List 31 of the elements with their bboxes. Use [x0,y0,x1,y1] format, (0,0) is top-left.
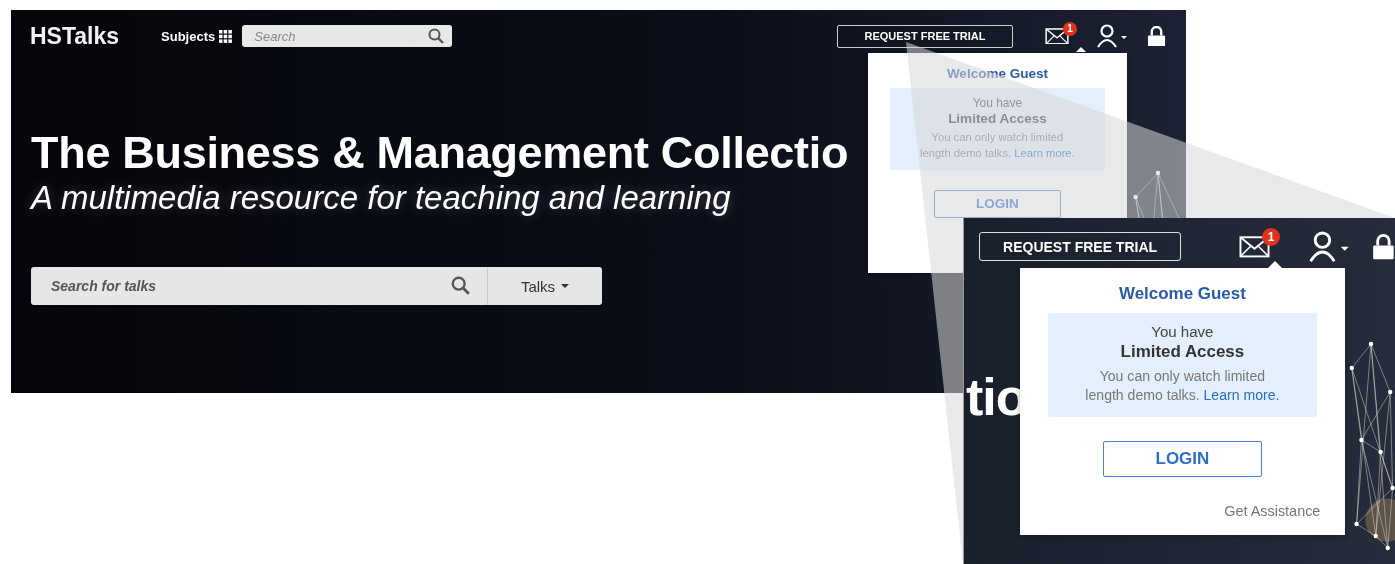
notice-intro: You have [1150,323,1215,340]
notice-intro: You have [971,95,1024,110]
talk-search-field[interactable]: Search for talks [31,267,488,306]
hero-title: The Business & Management Collectio [31,128,849,178]
subjects-menu[interactable]: Subjects [161,28,233,44]
notice-text: You can only watch limited length demo talks. Learn more. [919,130,1076,161]
learn-more-link[interactable]: Learn more. [1203,387,1280,404]
hero-subtitle: A multimedia resource for teaching and learning [31,177,731,218]
access-level: Limited Access [947,111,1048,127]
notice-text: You can only watch limited length demo talks. Learn more. [1084,366,1281,406]
talks-dropdown[interactable]: Talks [488,267,602,306]
user-icon[interactable] [1096,24,1128,48]
grid-icon[interactable] [219,29,233,43]
mail-icon[interactable] [1045,27,1069,45]
welcome-heading: Welcome Guest [1118,283,1247,305]
search-icon [428,28,445,44]
welcome-heading: Welcome Guest [945,64,1049,81]
logo[interactable]: HSTalks [30,22,120,50]
assistance-link[interactable]: Get Assistance [1020,502,1321,519]
search-field[interactable]: Search [242,25,453,47]
trial-button[interactable]: REQUEST FREE TRIAL [837,24,1013,48]
user-icon[interactable] [1308,231,1351,263]
caret-icon [561,284,570,289]
search-icon [451,276,470,296]
notification-badge: 1 [1063,21,1077,36]
lock-icon[interactable] [1372,233,1395,261]
access-level: Limited Access [1119,341,1246,362]
login-button[interactable]: LOGIN [1102,441,1263,477]
trial-button[interactable]: REQUEST FREE TRIAL [979,232,1182,262]
notification-badge: 1 [1262,227,1281,246]
lock-icon[interactable] [1147,25,1166,47]
